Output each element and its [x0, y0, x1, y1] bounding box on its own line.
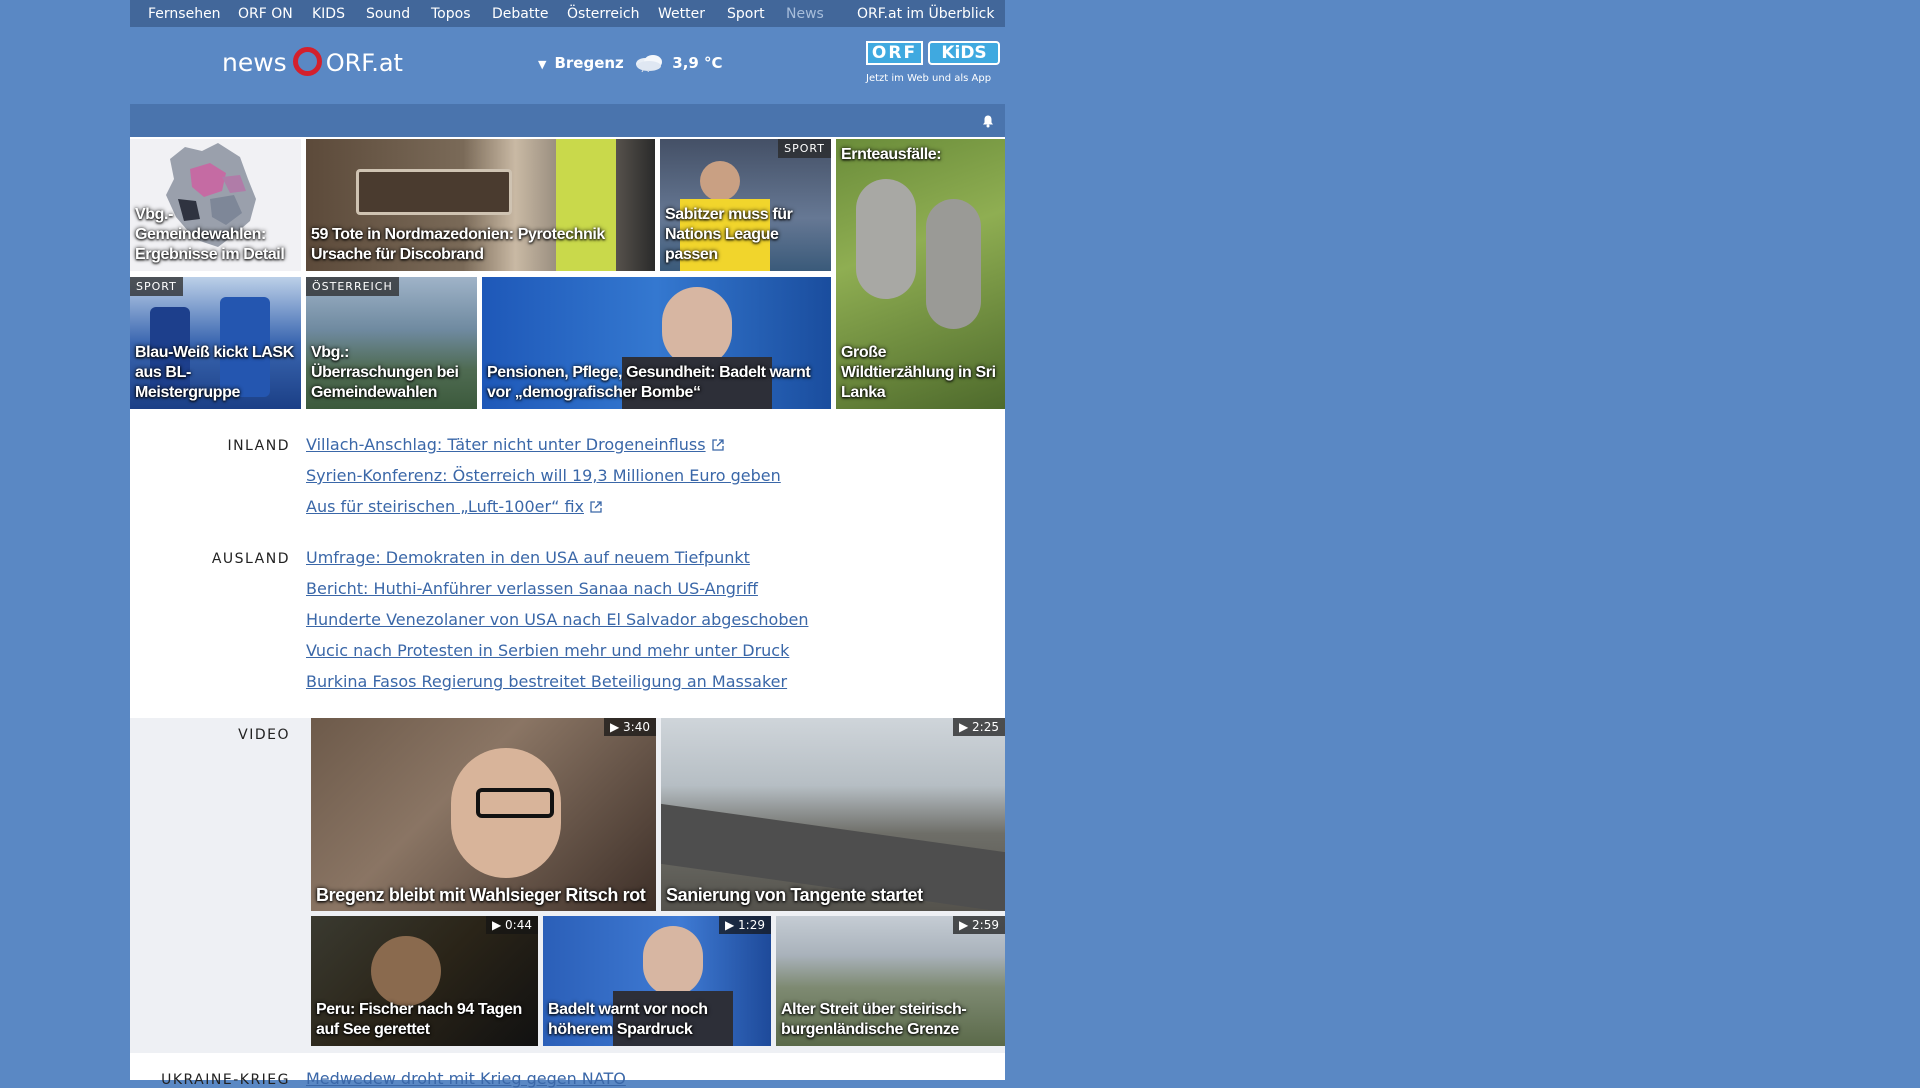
orf-ring-icon: [292, 47, 322, 76]
story-title: Blau-Weiß kickt LASK aus BL-Meistergrupp…: [135, 344, 294, 401]
logo-orf-text: ORF.at: [325, 49, 403, 77]
section-label-video: VIDEO: [238, 727, 290, 743]
story-title: Vbg.: Überraschungen bei Gemeindewahlen: [311, 344, 459, 401]
ausland-link[interactable]: Hunderte Venezolaner von USA nach El Sal…: [306, 610, 808, 629]
story-title: Vbg.-Gemeindewahlen: Ergebnisse im Detai…: [135, 206, 285, 263]
story-title-top: Ernteausfälle:: [841, 146, 942, 163]
video-tile[interactable]: ▶ 2:59 Alter Streit über steirisch-burge…: [776, 916, 1005, 1046]
story-title: Große Wildtierzählung in Sri Lanka: [841, 344, 996, 401]
play-icon: ▶: [959, 918, 973, 932]
video-title: Badelt warnt vor noch höherem Spardruck: [548, 1001, 708, 1038]
play-icon: ▶: [959, 720, 973, 734]
story-tile-sabitzer[interactable]: SPORT Sabitzer muss für Nations League p…: [660, 139, 831, 271]
weather-widget[interactable]: ▼ Bregenz 3,9 °C: [538, 54, 723, 72]
play-icon: ▶: [610, 720, 624, 734]
nav-debatte[interactable]: Debatte: [492, 6, 548, 22]
kids-logo-box: KiDS: [928, 41, 1000, 65]
monkey-image: [926, 199, 981, 329]
caret-down-icon: ▼: [538, 58, 547, 71]
monkey-image: [856, 179, 916, 299]
nav-kids[interactable]: KIDS: [312, 6, 345, 22]
site-header: news ORF.at ▼ Bregenz 3,9 °C ORF KiDS Jetz…: [130, 27, 1005, 104]
link-text: Villach-Anschlag: Täter nicht unter Drog…: [306, 435, 706, 454]
ausland-link[interactable]: Bericht: Huthi-Anführer verlassen Sanaa …: [306, 579, 758, 598]
play-icon: ▶: [492, 918, 506, 932]
inland-link[interactable]: Syrien-Konferenz: Österreich will 19,3 M…: [306, 466, 781, 485]
nav-orf-on[interactable]: ORF ON: [238, 6, 293, 22]
nav-oesterreich[interactable]: Österreich: [567, 6, 639, 22]
nav-topos[interactable]: Topos: [431, 6, 470, 22]
person-image: [371, 936, 441, 1006]
category-badge: ÖSTERREICH: [306, 277, 399, 296]
video-tile[interactable]: ▶ 2:25 Sanierung von Tangente startet: [661, 718, 1005, 911]
page-column: Fernsehen ORF ON KIDS Sound Topos Debatt…: [130, 0, 1005, 1088]
video-title: Bregenz bleibt mit Wahlsieger Ritsch rot: [316, 885, 646, 905]
orf-logo-box: ORF: [866, 41, 923, 65]
speaker-face-image: [662, 287, 732, 367]
video-duration: ▶ 3:40: [604, 718, 656, 736]
video-duration: ▶ 1:29: [719, 916, 771, 934]
player-head-image: [700, 161, 740, 201]
story-title: 59 Tote in Nordmazedonien: Pyrotechnik U…: [311, 226, 605, 263]
video-tile[interactable]: ▶ 1:29 Badelt warnt vor noch höherem Spa…: [543, 916, 771, 1046]
ausland-link[interactable]: Burkina Fasos Regierung bestreitet Betei…: [306, 672, 787, 691]
video-tile[interactable]: ▶ 0:44 Peru: Fischer nach 94 Tagen auf S…: [311, 916, 538, 1046]
notification-bar: [130, 104, 1005, 137]
external-link-icon: [711, 439, 724, 451]
ausland-link[interactable]: Vucic nach Protesten in Serbien mehr und…: [306, 641, 789, 660]
story-tile-gemeindewahlen[interactable]: Vbg.-Gemeindewahlen: Ergebnisse im Detai…: [130, 139, 301, 271]
nav-sound[interactable]: Sound: [366, 6, 410, 22]
story-tile-vbg-ueberraschungen[interactable]: ÖSTERREICH Vbg.: Überraschungen bei Geme…: [306, 277, 477, 409]
weather-temperature: 3,9 °C: [672, 54, 723, 72]
video-title: Peru: Fischer nach 94 Tagen auf See gere…: [316, 1001, 522, 1038]
main-content: Vbg.-Gemeindewahlen: Ergebnisse im Detai…: [130, 137, 1005, 1088]
play-icon: ▶: [725, 918, 739, 932]
orf-kids-promo[interactable]: ORF KiDS Jetzt im Web und als App: [866, 41, 1005, 89]
ausland-link[interactable]: Umfrage: Demokraten in den USA auf neuem…: [306, 548, 750, 567]
video-title: Alter Streit über steirisch-burgenländis…: [781, 1001, 967, 1038]
external-link-icon: [590, 501, 602, 513]
video-duration: ▶ 0:44: [486, 916, 538, 934]
kids-tagline: Jetzt im Web und als App: [866, 73, 992, 84]
glasses-image: [476, 788, 554, 818]
top-navigation: Fernsehen ORF ON KIDS Sound Topos Debatt…: [130, 0, 1005, 27]
video-title: Sanierung von Tangente startet: [666, 885, 923, 905]
link-text: Aus für steirischen „Luft-100er“ fix: [306, 497, 584, 516]
ukraine-link[interactable]: Medwedew droht mit Krieg gegen NATO: [306, 1069, 626, 1088]
weather-location: Bregenz: [554, 54, 624, 72]
video-duration: ▶ 2:59: [953, 916, 1005, 934]
story-title: Pensionen, Pflege, Gesundheit: Badelt wa…: [487, 364, 811, 401]
logo-news-text: news: [222, 48, 287, 77]
nav-wetter[interactable]: Wetter: [658, 6, 705, 22]
category-badge: SPORT: [778, 139, 831, 158]
nav-sport[interactable]: Sport: [727, 6, 765, 22]
nav-news[interactable]: News: [786, 6, 824, 22]
video-tile[interactable]: ▶ 3:40 Bregenz bleibt mit Wahlsieger Rit…: [311, 718, 656, 911]
story-tile-nordmazedonien[interactable]: 59 Tote in Nordmazedonien: Pyrotechnik U…: [306, 139, 655, 271]
speaker-face-image: [643, 926, 703, 996]
news-orf-logo[interactable]: news ORF.at: [222, 47, 403, 77]
story-tile-pensionen[interactable]: Pensionen, Pflege, Gesundheit: Badelt wa…: [482, 277, 831, 409]
cloud-rain-icon: [636, 55, 663, 72]
story-tile-blau-weiss[interactable]: SPORT Blau-Weiß kickt LASK aus BL-Meiste…: [130, 277, 301, 409]
section-label-ausland: AUSLAND: [211, 551, 290, 567]
section-label-ukraine: UKRAINE-KRIEG: [161, 1072, 290, 1088]
section-label-inland: INLAND: [227, 438, 290, 454]
inland-link[interactable]: Villach-Anschlag: Täter nicht unter Drog…: [306, 435, 724, 454]
nav-fernsehen[interactable]: Fernsehen: [148, 6, 221, 22]
story-title: Sabitzer muss für Nations League passen: [665, 206, 793, 263]
video-duration: ▶ 2:25: [953, 718, 1005, 736]
story-tile-sri-lanka[interactable]: Ernteausfälle: Große Wildtierzählung in …: [836, 139, 1005, 409]
bell-icon[interactable]: [981, 114, 995, 128]
nav-orf-overview[interactable]: ORF.at im Überblick: [857, 6, 994, 22]
club-sign-image: [356, 169, 512, 215]
inland-link[interactable]: Aus für steirischen „Luft-100er“ fix: [306, 497, 602, 516]
category-badge: SPORT: [130, 277, 183, 296]
